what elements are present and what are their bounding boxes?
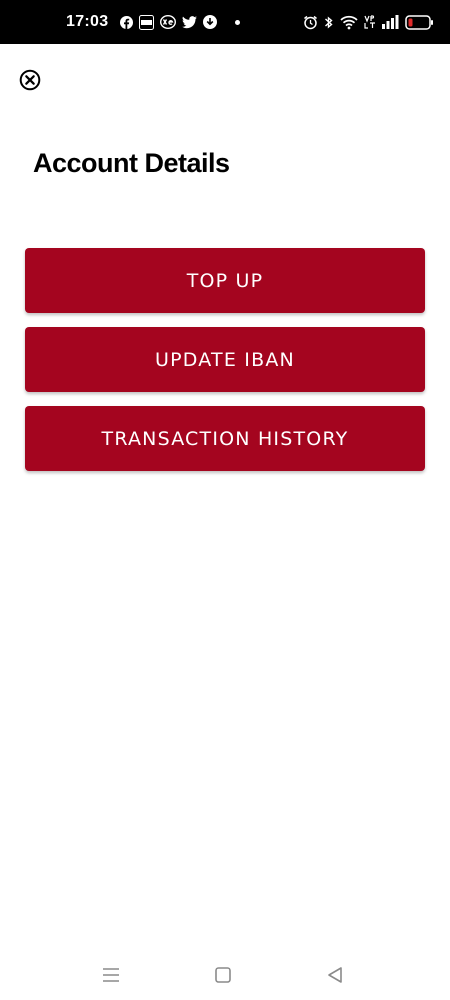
bluetooth-icon bbox=[324, 15, 334, 30]
top-up-button-label: TOP UP bbox=[186, 269, 264, 292]
update-iban-button-label: UPDATE IBAN bbox=[155, 348, 295, 371]
xe-icon bbox=[160, 15, 177, 29]
sky-sports-news-icon bbox=[139, 14, 155, 30]
update-iban-button[interactable]: UPDATE IBAN bbox=[25, 327, 425, 392]
menu-icon bbox=[103, 968, 119, 982]
signal-icon bbox=[382, 15, 399, 29]
notification-icons bbox=[120, 14, 241, 30]
status-bar: 17:03 bbox=[0, 0, 450, 44]
back-button[interactable] bbox=[323, 963, 347, 987]
recent-apps-button[interactable] bbox=[99, 963, 123, 987]
transaction-history-button[interactable]: TRANSACTION HISTORY bbox=[25, 406, 425, 471]
wifi-icon bbox=[340, 15, 358, 30]
volte-icon bbox=[364, 14, 376, 30]
close-circle-icon bbox=[19, 69, 41, 91]
navigation-bar bbox=[0, 950, 450, 1000]
system-icons bbox=[303, 14, 434, 30]
back-icon bbox=[328, 967, 342, 983]
battery-icon bbox=[405, 14, 434, 30]
alarm-icon bbox=[303, 15, 318, 30]
download-icon bbox=[203, 15, 218, 29]
facebook-icon bbox=[120, 15, 134, 29]
transaction-history-button-label: TRANSACTION HISTORY bbox=[101, 427, 349, 450]
twitter-icon bbox=[182, 15, 198, 29]
close-button[interactable] bbox=[19, 69, 41, 91]
more-notifications-dot-icon bbox=[235, 19, 241, 25]
home-button[interactable] bbox=[211, 963, 235, 987]
page-title: Account Details bbox=[33, 148, 230, 178]
home-icon bbox=[215, 967, 231, 983]
status-time: 17:03 bbox=[66, 13, 109, 30]
top-up-button[interactable]: TOP UP bbox=[25, 248, 425, 313]
